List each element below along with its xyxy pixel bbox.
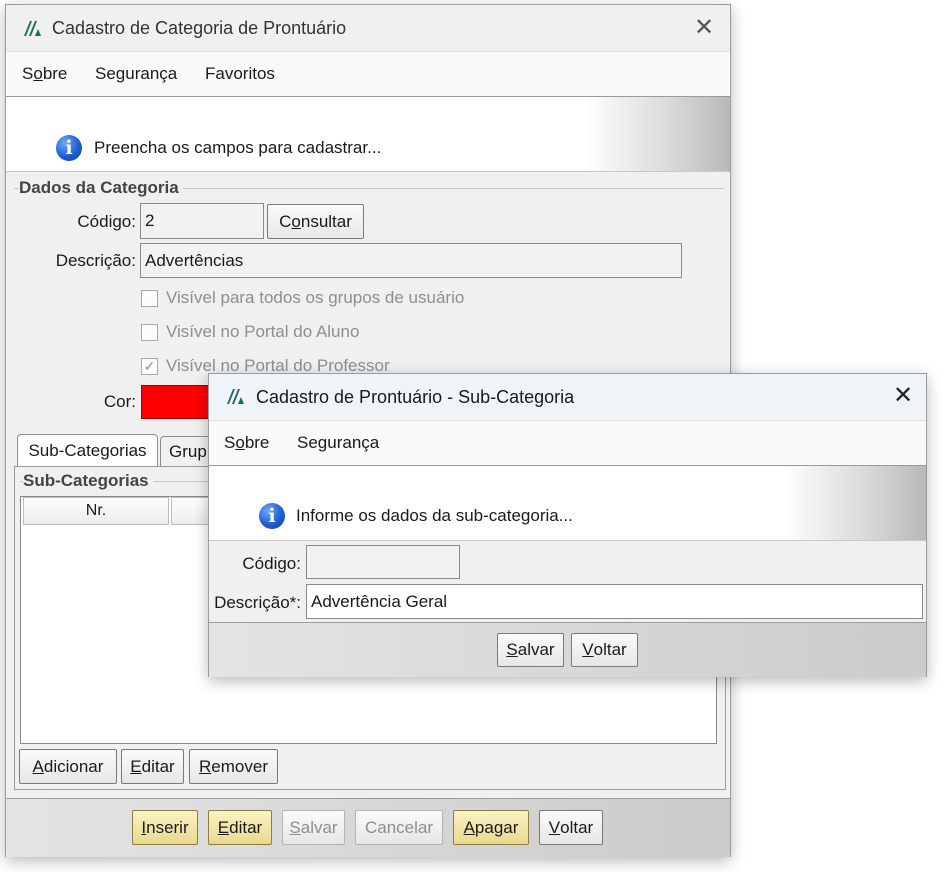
sub-menu-sobre-rest: bre <box>244 433 270 452</box>
main-menubar: So bre Segurança Favoritos <box>6 51 730 97</box>
editar-rest: ditar <box>229 817 263 837</box>
salvar-mnemonic: S <box>289 817 301 837</box>
codigo-value: 2 <box>145 211 155 230</box>
sub-voltar-button[interactable]: Voltar <box>571 633 638 667</box>
consultar-prefix: C <box>279 211 292 231</box>
voltar-button[interactable]: Voltar <box>539 810 603 845</box>
editar-button[interactable]: Editar <box>208 810 272 845</box>
sub-menu-sobre[interactable]: So bre <box>224 421 269 465</box>
sub-menu-sobre-mnemonic: o <box>235 433 245 452</box>
sub-app-logo-icon <box>227 389 244 404</box>
menu-sobre-mnemonic: o <box>33 64 43 83</box>
menu-favoritos-label: Favoritos <box>205 64 275 83</box>
codigo-field[interactable]: 2 <box>140 203 264 239</box>
salvar-rest: alvar <box>300 817 338 837</box>
checkbox-todos-grupos-box[interactable] <box>141 289 158 307</box>
tab-sub-categorias-label: Sub-Categorias <box>28 440 147 460</box>
adicionar-button[interactable]: Adicionar <box>19 749 117 784</box>
descricao-field[interactable]: Advertências <box>140 243 682 278</box>
sub-info-banner: i Informe os dados da sub-categoria... <box>209 466 926 541</box>
menu-sobre-prefix: S <box>22 64 34 83</box>
sub-window-title: Cadastro de Prontuário - Sub-Categoria <box>256 387 575 407</box>
menu-sobre-rest: bre <box>42 64 68 83</box>
main-footer: Inserir Editar Salvar Cancelar Apagar Vo… <box>6 798 730 857</box>
codigo-label: Código: <box>77 212 136 231</box>
tab-grupos-label: Grup <box>169 441 207 461</box>
editar-mnemonic: E <box>217 817 230 837</box>
sub-codigo-label: Código: <box>242 554 301 573</box>
sub-salvar-button[interactable]: Salvar <box>497 633 564 667</box>
sub-menu-seguranca[interactable]: Segurança <box>297 421 379 465</box>
table-header-nr-label: Nr. <box>85 502 107 519</box>
subcategorias-title: Sub-Categorias <box>23 471 153 491</box>
dados-categoria-title: Dados da Categoria <box>19 178 183 198</box>
apagar-button[interactable]: Apagar <box>453 810 529 845</box>
tab-sub-categorias[interactable]: Sub-Categorias <box>17 434 158 466</box>
sub-info-icon: i <box>259 503 285 529</box>
sub-menu-sobre-prefix: S <box>224 433 236 452</box>
sub-info-text: Informe os dados da sub-categoria... <box>296 506 573 525</box>
main-window-title: Cadastro de Categoria de Prontuário <box>52 18 347 38</box>
consultar-rest: nsultar <box>300 211 352 231</box>
checkbox-todos-grupos[interactable]: Visível para todos os grupos de usuário <box>141 288 464 308</box>
remover-mnemonic: R <box>199 756 212 776</box>
editar-subcat-rest: ditar <box>141 756 175 776</box>
consultar-mnemonic: o <box>291 211 301 231</box>
inserir-rest: nserir <box>146 817 189 837</box>
sub-menu-seguranca-label: Segurança <box>297 433 380 452</box>
menu-favoritos[interactable]: Favoritos <box>205 52 275 96</box>
voltar-rest: oltar <box>560 817 594 837</box>
inserir-button[interactable]: Inserir <box>132 810 198 845</box>
checkbox-portal-professor-box[interactable]: ✓ <box>141 357 158 375</box>
checkbox-portal-aluno[interactable]: Visível no Portal do Aluno <box>141 322 359 342</box>
main-info-text: Preencha os campos para cadastrar... <box>94 138 382 157</box>
apagar-rest: pagar <box>474 817 519 837</box>
editar-subcat-mnemonic: E <box>130 756 142 776</box>
sub-menubar: So bre Segurança <box>209 420 926 466</box>
salvar-button[interactable]: Salvar <box>282 810 345 845</box>
main-titlebar: Cadastro de Categoria de Prontuário ✕ <box>6 5 730 51</box>
checkbox-todos-grupos-label: Visível para todos os grupos de usuário <box>166 288 465 307</box>
sub-descricao-field[interactable]: Advertência Geral <box>306 584 923 619</box>
sub-salvar-rest: alvar <box>517 640 555 659</box>
checkbox-portal-aluno-box[interactable] <box>141 323 158 341</box>
table-header-nr[interactable]: Nr. <box>23 497 169 525</box>
sub-footer: Salvar Voltar <box>209 622 926 677</box>
apagar-mnemonic: A <box>463 817 475 837</box>
menu-seguranca[interactable]: Segurança <box>95 52 177 96</box>
editar-subcat-button[interactable]: Editar <box>121 749 184 784</box>
adicionar-mnemonic: A <box>32 756 44 776</box>
sub-titlebar: Cadastro de Prontuário - Sub-Categoria ✕ <box>209 374 926 420</box>
cancelar-label: Cancelar <box>364 817 434 837</box>
sub-descricao-label: Descrição*: <box>214 593 301 612</box>
cor-label: Cor: <box>103 392 136 411</box>
consultar-button[interactable]: Co nsultar <box>267 204 364 239</box>
checkbox-portal-aluno-label: Visível no Portal do Aluno <box>166 322 360 341</box>
remover-button[interactable]: Remover <box>189 749 278 784</box>
main-close-icon[interactable]: ✕ <box>694 16 714 40</box>
sub-close-icon[interactable]: ✕ <box>893 384 913 408</box>
main-info-banner: i Preencha os campos para cadastrar... <box>6 97 730 172</box>
subcategoria-dialog: Cadastro de Prontuário - Sub-Categoria ✕… <box>208 373 927 677</box>
cancelar-button[interactable]: Cancelar <box>355 810 443 845</box>
sub-descricao-value: Advertência Geral <box>311 591 448 611</box>
menu-sobre[interactable]: So bre <box>22 52 67 96</box>
sub-salvar-mnemonic: S <box>506 640 518 659</box>
adicionar-rest: dicionar <box>43 756 104 776</box>
remover-rest: emover <box>211 756 268 776</box>
sub-voltar-rest: oltar <box>593 640 627 659</box>
descricao-value: Advertências <box>145 250 244 270</box>
sub-codigo-field[interactable] <box>306 545 460 579</box>
sub-voltar-mnemonic: V <box>582 640 594 659</box>
descricao-label: Descrição: <box>55 251 136 270</box>
menu-seguranca-label: Segurança <box>95 64 178 83</box>
voltar-mnemonic: V <box>548 817 561 837</box>
info-icon: i <box>56 135 82 161</box>
app-logo-icon <box>24 21 41 36</box>
